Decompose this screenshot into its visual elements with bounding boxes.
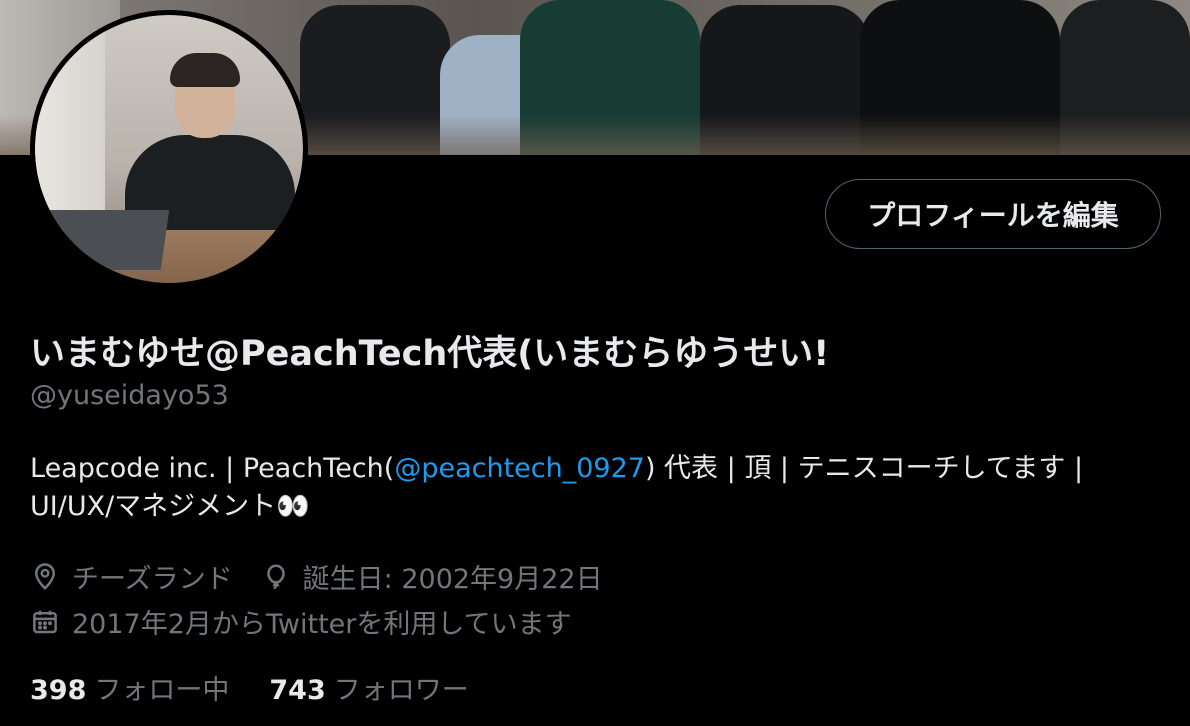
avatar-photo-laptop bbox=[40, 210, 170, 270]
joined-text: 2017年2月からTwitterを利用しています bbox=[72, 609, 572, 640]
profile-name: いまむゆせ@PeachTech代表(いまむらゆうせい! bbox=[30, 334, 830, 374]
profile-bio: Leapcode inc. | PeachTech(@peachtech_092… bbox=[30, 450, 1160, 526]
location-text: チーズランド bbox=[72, 564, 233, 595]
avatar-photo-door bbox=[35, 15, 105, 215]
bio-text: Leapcode inc. | PeachTech( bbox=[30, 453, 395, 484]
birthday-item: 誕生日: 2002年9月22日 bbox=[261, 557, 603, 596]
location-item: チーズランド bbox=[30, 557, 233, 596]
followers-count: 743 bbox=[269, 675, 326, 706]
bio-mention-link[interactable]: @peachtech_0927 bbox=[394, 453, 645, 484]
calendar-icon bbox=[33, 610, 57, 633]
following-link[interactable]: 398 フォロー中 bbox=[30, 668, 229, 707]
birthday-text: 誕生日: 2002年9月22日 bbox=[302, 564, 603, 595]
followers-link[interactable]: 743 フォロワー bbox=[269, 668, 468, 707]
profile-meta-row: チーズランド 誕生日: 2002年9月22日 bbox=[30, 557, 631, 596]
location-pin-icon bbox=[34, 562, 56, 590]
avatar-photo bbox=[35, 15, 303, 283]
follow-stats: 398 フォロー中 743 フォロワー bbox=[30, 668, 509, 707]
profile-handle: @yuseidayo53 bbox=[30, 380, 229, 411]
edit-profile-button[interactable]: プロフィールを編集 bbox=[825, 179, 1161, 249]
joined-item: 2017年2月からTwitterを利用しています bbox=[30, 602, 572, 641]
following-label: フォロー中 bbox=[94, 675, 230, 706]
balloon-icon bbox=[266, 563, 285, 589]
avatar[interactable] bbox=[30, 10, 308, 288]
avatar-photo-hair bbox=[170, 53, 240, 87]
following-count: 398 bbox=[30, 675, 87, 706]
profile-meta-row: 2017年2月からTwitterを利用しています bbox=[30, 602, 600, 641]
followers-label: フォロワー bbox=[333, 675, 469, 706]
